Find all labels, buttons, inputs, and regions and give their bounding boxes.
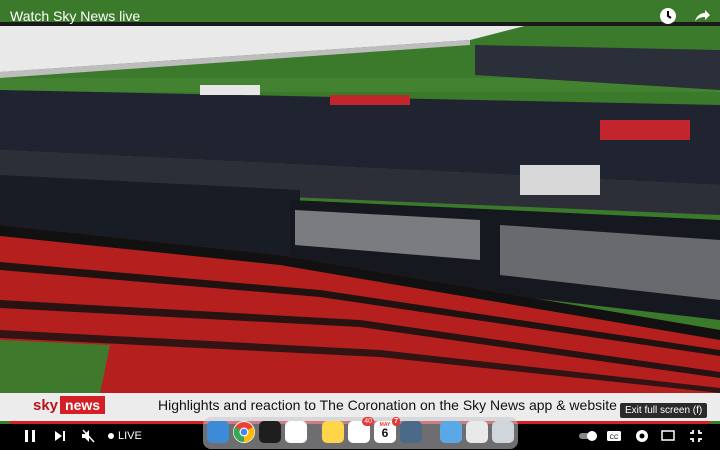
slack-badge: 40 [362,417,374,426]
autoplay-toggle-icon[interactable] [578,428,598,444]
sky-news-logo: sky news [33,396,106,414]
pause-icon[interactable] [22,428,38,444]
slack-icon[interactable]: 40 [348,417,374,443]
notes-icon[interactable] [322,421,344,443]
chrome-icon[interactable] [233,421,255,443]
trash-icon[interactable] [492,421,514,443]
freeform-icon[interactable] [285,421,307,443]
cast-icon[interactable] [660,428,676,444]
calendar-icon[interactable]: MAY 6 7 [374,417,400,443]
terminal-icon[interactable] [259,421,281,443]
news-logo-text: news [60,396,106,414]
exit-fullscreen-tooltip: Exit full screen (f) [620,403,708,418]
exit-fullscreen-icon[interactable] [688,428,704,444]
share-icon[interactable] [692,6,712,31]
live-indicator[interactable]: LIVE [108,430,142,442]
clock-icon[interactable] [658,6,678,31]
settings-icon[interactable] [634,428,650,444]
folder-icon[interactable] [440,421,462,443]
next-icon[interactable] [52,428,68,444]
ticker-headline: Highlights and reaction to The Coronatio… [158,397,617,413]
calendar-day: 6 [381,426,389,440]
captions-icon[interactable]: CC [606,428,622,444]
svg-text:CC: CC [610,435,619,441]
video-frame[interactable] [0,0,720,450]
top-icons [658,6,712,31]
finder-icon[interactable] [207,421,229,443]
live-dot [108,433,114,439]
live-label: LIVE [118,430,142,442]
preview-icon[interactable] [400,421,422,443]
sky-logo-text: sky [33,396,59,414]
window-title: Watch Sky News live [10,8,141,24]
calendar-badge: 7 [392,417,400,426]
mute-icon[interactable] [80,428,96,444]
document-icon[interactable] [466,421,488,443]
